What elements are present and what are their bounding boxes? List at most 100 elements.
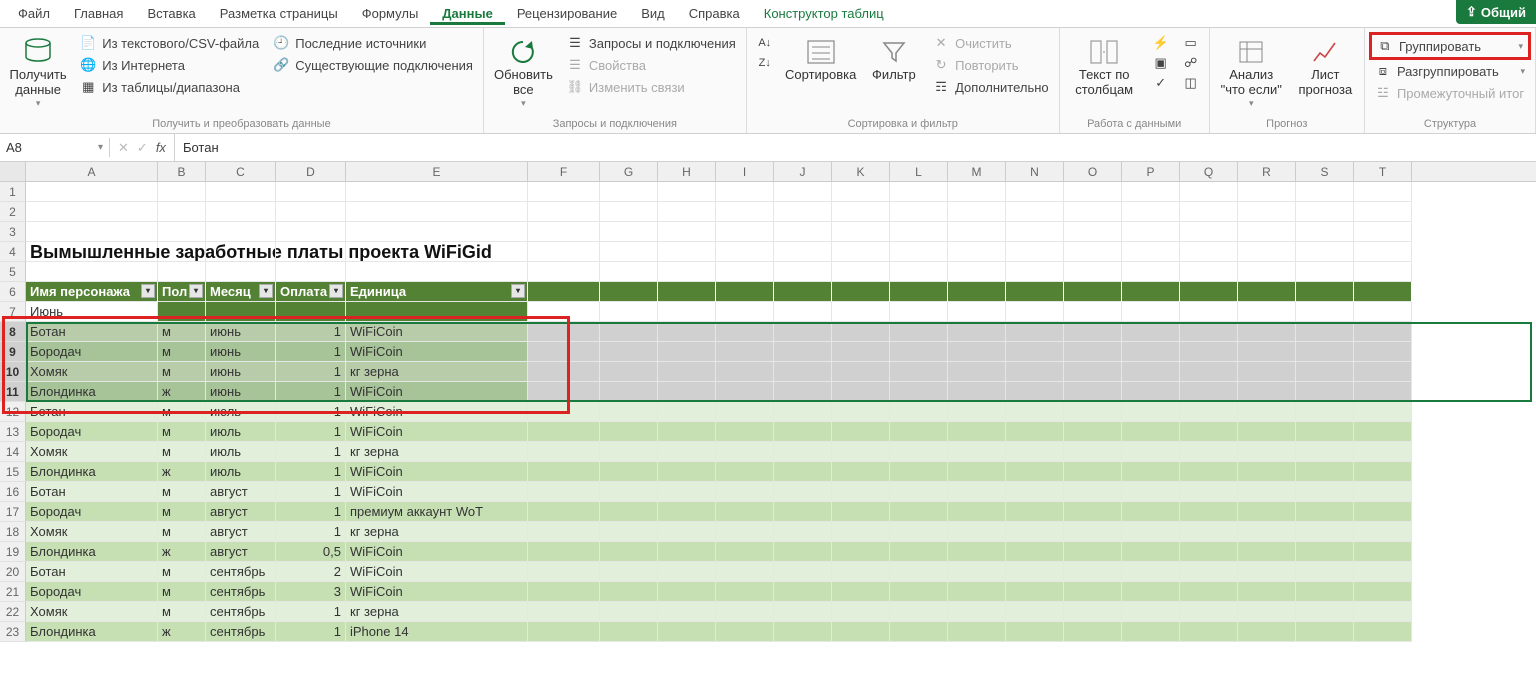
filter-dropdown-icon[interactable]: ▾: [189, 284, 203, 298]
cell[interactable]: [1006, 482, 1064, 502]
cell[interactable]: [948, 242, 1006, 262]
cell[interactable]: [1180, 402, 1238, 422]
cell[interactable]: [158, 222, 206, 242]
column-header-L[interactable]: L: [890, 162, 948, 181]
row-header[interactable]: 10: [0, 362, 26, 382]
cell[interactable]: [774, 482, 832, 502]
cell[interactable]: [1238, 242, 1296, 262]
cell[interactable]: [1238, 562, 1296, 582]
share-button[interactable]: ⇪ Общий: [1456, 0, 1536, 24]
filter-dropdown-icon[interactable]: ▾: [141, 284, 155, 298]
cell[interactable]: [890, 382, 948, 402]
cell[interactable]: 3: [276, 582, 346, 602]
menu-item-3[interactable]: Разметка страницы: [208, 2, 350, 25]
cell[interactable]: [832, 282, 890, 302]
cell[interactable]: [1180, 622, 1238, 642]
cell[interactable]: [346, 182, 528, 202]
from-csv-button[interactable]: 📄 Из текстового/CSV-файла: [76, 34, 263, 52]
cell[interactable]: [658, 602, 716, 622]
column-header-J[interactable]: J: [774, 162, 832, 181]
cell[interactable]: [26, 202, 158, 222]
cell[interactable]: [716, 502, 774, 522]
cell[interactable]: [1296, 522, 1354, 542]
cell[interactable]: [1180, 182, 1238, 202]
cell[interactable]: [600, 582, 658, 602]
cell[interactable]: [346, 302, 528, 322]
cell[interactable]: [716, 582, 774, 602]
row-header[interactable]: 11: [0, 382, 26, 402]
cell[interactable]: 1: [276, 402, 346, 422]
cell[interactable]: [1064, 542, 1122, 562]
cell[interactable]: [832, 602, 890, 622]
cell[interactable]: [600, 262, 658, 282]
cell[interactable]: [832, 622, 890, 642]
cell[interactable]: [1354, 542, 1412, 562]
cell[interactable]: WiFiCoin: [346, 402, 528, 422]
cell[interactable]: [1354, 442, 1412, 462]
cell[interactable]: [658, 482, 716, 502]
cell[interactable]: [1006, 382, 1064, 402]
row-header[interactable]: 7: [0, 302, 26, 322]
cell[interactable]: [716, 402, 774, 422]
remove-dup-button[interactable]: ▣: [1149, 54, 1173, 72]
row-header[interactable]: 3: [0, 222, 26, 242]
cell[interactable]: [26, 182, 158, 202]
cell[interactable]: [1064, 282, 1122, 302]
cell[interactable]: [600, 522, 658, 542]
cell[interactable]: [528, 182, 600, 202]
queries-button[interactable]: ☰ Запросы и подключения: [563, 34, 740, 52]
cell[interactable]: [890, 542, 948, 562]
cell[interactable]: кг зерна: [346, 522, 528, 542]
cell[interactable]: [948, 342, 1006, 362]
formula-input[interactable]: Ботан: [175, 140, 1536, 155]
cell[interactable]: Блондинка: [26, 382, 158, 402]
cell[interactable]: 1: [276, 622, 346, 642]
cell[interactable]: [832, 402, 890, 422]
cell[interactable]: [206, 242, 276, 262]
menu-item-8[interactable]: Справка: [677, 2, 752, 25]
cell[interactable]: [658, 442, 716, 462]
cell[interactable]: [600, 322, 658, 342]
cell[interactable]: [1296, 182, 1354, 202]
column-header-S[interactable]: S: [1296, 162, 1354, 181]
cell[interactable]: [1006, 182, 1064, 202]
cell[interactable]: [774, 302, 832, 322]
cell[interactable]: [948, 222, 1006, 242]
from-table-button[interactable]: ▦ Из таблицы/диапазона: [76, 78, 263, 96]
cell[interactable]: [774, 622, 832, 642]
cell[interactable]: [774, 342, 832, 362]
row-header[interactable]: 1: [0, 182, 26, 202]
cell[interactable]: [1064, 222, 1122, 242]
cell[interactable]: июль: [206, 462, 276, 482]
cell[interactable]: Хомяк: [26, 602, 158, 622]
cell[interactable]: [1238, 542, 1296, 562]
cell[interactable]: [948, 602, 1006, 622]
advanced-filter-button[interactable]: ☶ Дополнительно: [929, 78, 1053, 96]
cell[interactable]: м: [158, 582, 206, 602]
cell[interactable]: [1006, 462, 1064, 482]
cell[interactable]: [716, 262, 774, 282]
cell[interactable]: Июнь: [26, 302, 158, 322]
cell[interactable]: м: [158, 482, 206, 502]
cell[interactable]: [774, 502, 832, 522]
cell[interactable]: [1006, 602, 1064, 622]
cell[interactable]: август: [206, 542, 276, 562]
cell[interactable]: [774, 382, 832, 402]
cell[interactable]: июль: [206, 402, 276, 422]
column-header-M[interactable]: M: [948, 162, 1006, 181]
row-header[interactable]: 2: [0, 202, 26, 222]
cell[interactable]: [1006, 562, 1064, 582]
cell[interactable]: Бородач: [26, 422, 158, 442]
cell[interactable]: [948, 462, 1006, 482]
cell[interactable]: [832, 502, 890, 522]
cell[interactable]: [890, 182, 948, 202]
cell[interactable]: [1296, 242, 1354, 262]
row-header[interactable]: 17: [0, 502, 26, 522]
row-header[interactable]: 13: [0, 422, 26, 442]
cell[interactable]: [1006, 402, 1064, 422]
cell[interactable]: [658, 402, 716, 422]
cell[interactable]: [890, 342, 948, 362]
cell[interactable]: [1296, 322, 1354, 342]
text-to-columns-button[interactable]: Текст по столбцам: [1066, 32, 1143, 102]
cell[interactable]: ж: [158, 462, 206, 482]
